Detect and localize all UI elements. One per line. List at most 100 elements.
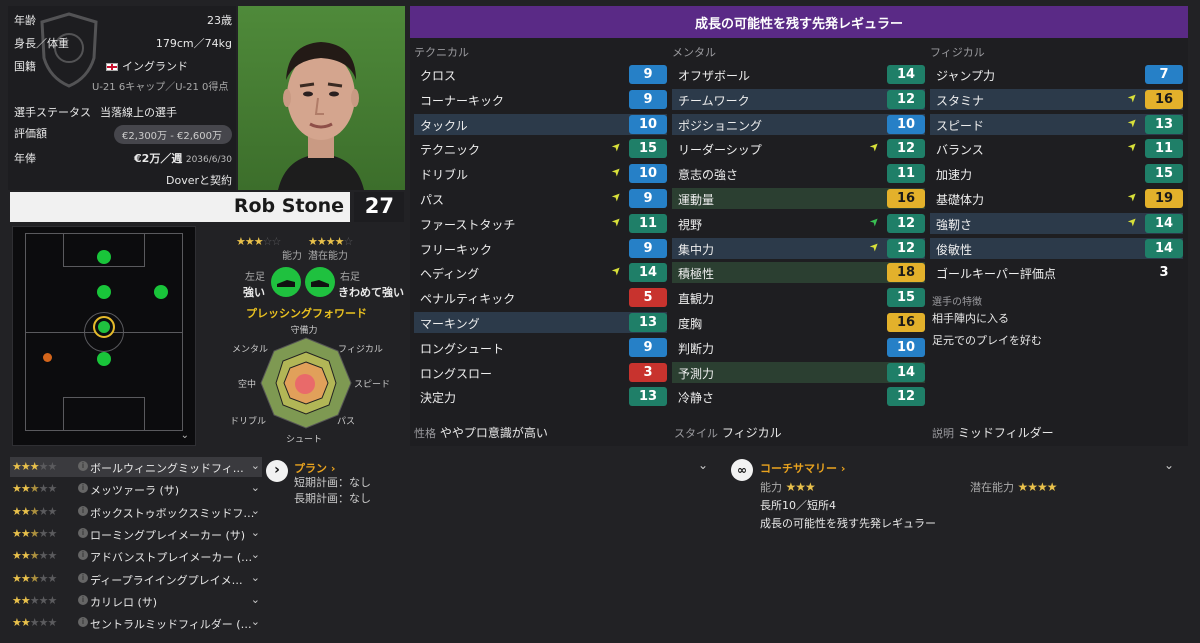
attribute-row-mental[interactable]: 運動量 16 [672, 188, 925, 209]
role-chevron-icon[interactable]: ⌄ [251, 548, 260, 561]
role-item[interactable]: ★★★★★ i ディープライイングプレイメ… ⌄ [10, 569, 262, 589]
attribute-value: 9 [629, 337, 667, 357]
role-info-icon[interactable]: i [78, 550, 88, 561]
progress-arrow-icon: ➤ [866, 238, 883, 254]
attribute-row-technical[interactable]: フリーキック 9 [414, 238, 667, 259]
role-chevron-icon[interactable]: ⌄ [251, 459, 260, 472]
role-info-icon[interactable]: i [78, 461, 88, 471]
attribute-row-physical[interactable]: 加速力 15 [930, 163, 1183, 184]
role-info-icon[interactable]: i [78, 572, 88, 583]
role-chevron-icon[interactable]: ⌄ [251, 593, 260, 606]
trait-item[interactable]: 相手陣内に入る [932, 310, 1009, 326]
attribute-row-mental[interactable]: 意志の強さ 11 [672, 163, 925, 184]
player-face-image [278, 42, 364, 190]
pitch-expand-chevron-icon[interactable]: ⌄ [181, 430, 189, 441]
attribute-row-mental[interactable]: 冷静さ 12 [672, 386, 925, 407]
value-pill[interactable]: €2,300万 - €2,600万 [114, 125, 232, 144]
attribute-row-technical[interactable]: ドリブル ➤ 10 [414, 163, 667, 184]
attribute-name: 強靭さ [936, 217, 973, 232]
role-info-icon[interactable]: i [78, 527, 88, 538]
attribute-name: ゴールキーパー評価点 [936, 267, 1056, 282]
attribute-value: 3 [629, 362, 667, 382]
attribute-row-physical[interactable]: ジャンプ力 7 [930, 64, 1183, 85]
attribute-row-technical[interactable]: パス ➤ 9 [414, 188, 667, 209]
role-item[interactable]: ★★★★★ i アドバンストプレイメーカー (… ⌄ [10, 546, 262, 566]
role-info-icon[interactable]: i [78, 594, 88, 605]
attribute-row-technical[interactable]: ペナルティキック 5 [414, 287, 667, 308]
role-item[interactable]: ★★★★★ i ボックストゥボックスミッドフ… ⌄ [10, 502, 262, 522]
role-chevron-icon[interactable]: ⌄ [251, 571, 260, 584]
attribute-name: スピード [936, 118, 985, 133]
radar-label-mental: メンタル [232, 344, 268, 355]
attribute-row-physical[interactable]: スピード ➤ 13 [930, 113, 1183, 135]
attribute-row-physical[interactable]: バランス ➤ 11 [930, 138, 1183, 159]
role-chevron-icon[interactable]: ⌄ [251, 615, 260, 628]
attribute-row-mental[interactable]: 視野 ➤ 12 [672, 213, 925, 234]
attribute-value: 13 [629, 313, 667, 332]
role-chevron-icon[interactable]: ⌄ [251, 504, 260, 517]
role-item[interactable]: ★★★★★ i ボールウィニングミッドフィ… ⌄ [10, 457, 262, 477]
role-item[interactable]: ★★★★★ i メッツァーラ (サ) ⌄ [10, 479, 262, 499]
attribute-row-technical[interactable]: ロングシュート 9 [414, 337, 667, 358]
attribute-row-technical[interactable]: 決定力 13 [414, 386, 667, 407]
attribute-value: 10 [629, 114, 667, 134]
attribute-name: マーキング [420, 317, 480, 331]
wage-label: 年俸 [14, 152, 36, 165]
physical-header: フィジカル [930, 46, 985, 59]
attribute-name: 加速力 [936, 168, 973, 183]
coach-ca-label: 能力 [760, 481, 782, 494]
contract-club[interactable]: Doverと契約 [166, 172, 232, 188]
attribute-row-physical[interactable]: 強靭さ ➤ 14 [930, 212, 1183, 234]
left-boot-icon [271, 267, 301, 297]
attribute-row-physical[interactable]: 基礎体力 ➤ 19 [930, 188, 1183, 209]
role-item[interactable]: ★★★★★ i ローミングプレイメーカー (サ) ⌄ [10, 524, 262, 544]
attribute-row-mental[interactable]: 度胸 16 [672, 312, 925, 333]
attribute-row-technical[interactable]: タックル 10 [414, 113, 667, 135]
attribute-row-technical[interactable]: ファーストタッチ ➤ 11 [414, 213, 667, 234]
attribute-row-mental[interactable]: オフザボール 14 [672, 64, 925, 85]
attribute-row-mental[interactable]: リーダーシップ ➤ 12 [672, 138, 925, 159]
coach-expand-chevron-icon[interactable]: ⌄ [1164, 458, 1174, 472]
role-info-icon[interactable]: i [78, 617, 88, 628]
attribute-row-mental[interactable]: チームワーク 12 [672, 88, 925, 110]
attribute-row-technical[interactable]: クロス 9 [414, 64, 667, 85]
attribute-name: 度胸 [678, 317, 703, 331]
attribute-value: 14 [629, 263, 667, 283]
plan-arrow-icon[interactable]: › [266, 460, 288, 482]
attribute-value: 9 [629, 89, 667, 109]
attribute-row-mental[interactable]: 直観力 15 [672, 287, 925, 308]
attribute-row-technical[interactable]: コーナーキック 9 [414, 89, 667, 110]
attribute-name: クロス [420, 69, 457, 83]
attribute-row-physical[interactable]: ゴールキーパー評価点 3 [930, 262, 1183, 283]
nation-value[interactable]: イングランド [122, 60, 188, 73]
coach-infinity-icon[interactable]: ∞ [731, 459, 753, 481]
role-chevron-icon[interactable]: ⌄ [251, 526, 260, 539]
role-chevron-icon[interactable]: ⌄ [251, 481, 260, 494]
attribute-row-technical[interactable]: ロングスロー 3 [414, 362, 667, 383]
status-value: 当落線上の選手 [100, 106, 177, 119]
attribute-row-mental[interactable]: 積極性 18 [672, 262, 925, 284]
attribute-row-technical[interactable]: テクニック ➤ 15 [414, 138, 667, 159]
attribute-row-physical[interactable]: 俊敏性 14 [930, 237, 1183, 259]
role-name: ローミングプレイメーカー (サ) [90, 528, 246, 542]
attribute-row-physical[interactable]: スタミナ ➤ 16 [930, 88, 1183, 110]
height-label: 身長／体重 [14, 37, 69, 50]
progress-arrow-icon: ➤ [608, 213, 625, 230]
attribute-row-technical[interactable]: マーキング 13 [414, 312, 667, 333]
coach-summary-title[interactable]: コーチサマリー › [760, 460, 845, 476]
attribute-row-mental[interactable]: 集中力 ➤ 12 [672, 237, 925, 259]
coach-pa: 潜在能力 ★★★★ [970, 480, 1058, 494]
attribute-row-mental[interactable]: ポジショニング 10 [672, 113, 925, 135]
position-pitch[interactable]: ⌄ [12, 226, 196, 446]
attribute-row-mental[interactable]: 予測力 14 [672, 361, 925, 383]
role-info-icon[interactable]: i [78, 505, 88, 516]
plan-expand-chevron-icon[interactable]: ⌄ [698, 458, 708, 472]
role-info-icon[interactable]: i [78, 483, 88, 494]
position-dot-main [93, 316, 115, 338]
attribute-row-technical[interactable]: ヘディング ➤ 14 [414, 262, 667, 283]
role-item[interactable]: ★★★★★ i カリレロ (サ) ⌄ [10, 591, 262, 611]
attribute-row-mental[interactable]: 判断力 10 [672, 337, 925, 358]
role-item[interactable]: ★★★★★ i セントラルミッドフィルダー (… ⌄ [10, 613, 262, 633]
attribute-value: 10 [629, 164, 667, 184]
trait-item[interactable]: 足元でのプレイを好む [932, 332, 1042, 348]
